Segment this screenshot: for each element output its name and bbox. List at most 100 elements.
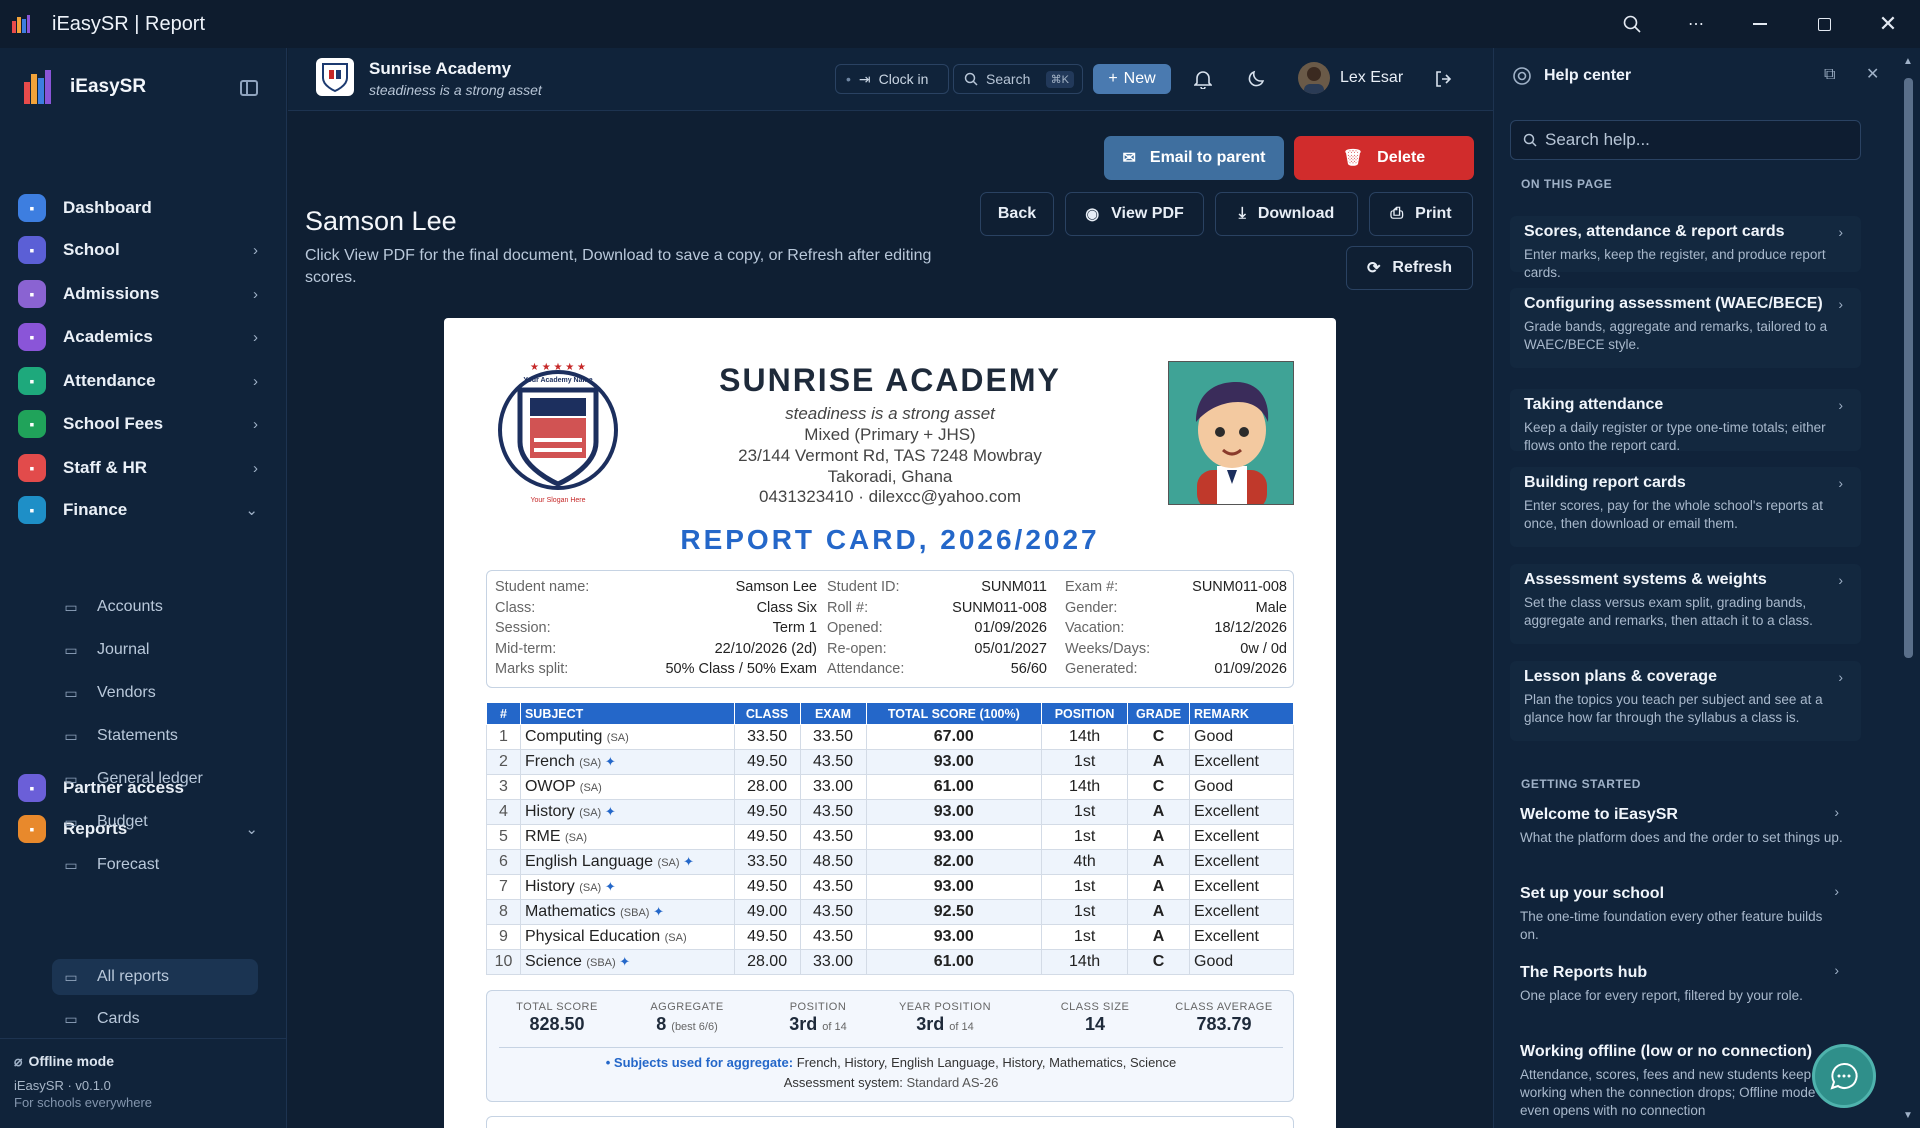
info-key: Gender: [1065, 599, 1118, 616]
help-item-desc: Enter scores, pay for the whole school's… [1524, 498, 1823, 531]
class-score: 28.00 [733, 949, 801, 975]
minimize-button[interactable] [1728, 0, 1792, 48]
scrollbar-thumb[interactable] [1904, 78, 1913, 658]
email-to-parent-button[interactable]: ✉ Email to parent [1104, 136, 1284, 180]
avatar[interactable] [1298, 62, 1330, 94]
subject-cell: History (SA) ✦ [519, 799, 735, 825]
exam-score: 43.50 [799, 799, 867, 825]
class-score: 49.50 [733, 824, 801, 850]
delete-label: Delete [1377, 149, 1426, 166]
help-page-item[interactable]: Configuring assessment (WAEC/BECE) Grade … [1510, 288, 1861, 368]
sidebar: iEasySR ⌀ Offline mode iEasySR · v0.1.0 F… [0, 48, 287, 1128]
help-page-item[interactable]: Building report cards Enter scores, pay f… [1510, 467, 1861, 547]
chevron-right-icon: › [1834, 962, 1839, 978]
exam-score: 43.50 [799, 924, 867, 950]
refresh-icon: ⟳ [1367, 260, 1381, 277]
sidebar-sub-vendors[interactable]: ▭ Vendors [62, 675, 257, 711]
help-search-input[interactable]: Search help... [1510, 120, 1861, 160]
sidebar-sub-budget[interactable]: ▭ Budget [62, 804, 257, 840]
sidebar-item-finance[interactable]: ▪ Finance ⌄ [18, 490, 258, 530]
position: 14th [1041, 949, 1129, 975]
trash-icon: 🗑 [1342, 150, 1364, 167]
print-button[interactable]: ⎙ Print [1369, 192, 1473, 236]
logout-icon[interactable] [1428, 64, 1458, 94]
class-size-label: CLASS SIZE [1060, 1001, 1130, 1013]
sidebar-sub-forecast[interactable]: ▭ Forecast [62, 847, 257, 883]
user-name[interactable]: Lex Esar [1340, 69, 1403, 87]
refresh-button[interactable]: ⟳ Refresh [1346, 246, 1473, 290]
subject-name: Mathematics [524, 903, 616, 920]
brand[interactable]: iEasySR [22, 68, 146, 106]
sidebar-item-dashboard[interactable]: ▪ Dashboard [18, 188, 258, 228]
download-button[interactable]: ⤓ Download [1215, 192, 1358, 236]
help-item-desc: Attendance, scores, fees and new student… [1520, 1067, 1816, 1118]
offline-mode-toggle[interactable]: ⌀ Offline mode [14, 1053, 273, 1070]
subject-type: (SA) [579, 757, 602, 769]
student-info-field: Roll #: SUNM011-008 [827, 600, 1047, 616]
chevron-right-icon: › [1838, 572, 1843, 588]
sidebar-sub-journal[interactable]: ▭ Journal [62, 632, 257, 668]
help-page-item[interactable]: Lesson plans & coverage Plan the topics y… [1510, 661, 1861, 741]
help-page-item[interactable]: Assessment systems & weights Set the clas… [1510, 564, 1861, 644]
student-info-field: Attendance: 56/60 [827, 661, 1047, 677]
sidebar-item-admissions[interactable]: ▪ Admissions › [18, 274, 258, 314]
chevron-right-icon: › [1834, 883, 1839, 899]
bell-icon[interactable] [1188, 64, 1218, 94]
help-page-item[interactable]: Scores, attendance & report cards Enter m… [1510, 216, 1861, 280]
more-icon[interactable]: ⋯ [1664, 0, 1728, 48]
subject-type: (SA) [664, 932, 687, 944]
info-value: 01/09/2026 [1214, 661, 1287, 677]
chat-support-button[interactable] [1812, 1044, 1876, 1108]
page-title: Samson Lee [305, 206, 457, 236]
close-help-icon[interactable]: ✕ [1866, 64, 1879, 84]
help-item-title: Assessment systems & weights [1524, 571, 1767, 588]
zoom-icon[interactable] [1600, 0, 1664, 48]
info-value: Class Six [756, 599, 817, 616]
column-header: EXAM [799, 702, 867, 725]
chevron-right-icon: › [1838, 475, 1843, 491]
sidebar-sub-label: All reports [97, 968, 170, 985]
sidebar-sub-general-ledger[interactable]: ▭ General ledger [62, 761, 257, 797]
external-link-icon[interactable]: ⧉ [1824, 66, 1835, 84]
help-scrollbar[interactable]: ▲ ▼ [1897, 48, 1920, 1128]
sidebar-sub-accounts[interactable]: ▭ Accounts [62, 589, 257, 625]
info-key: Opened: [827, 620, 883, 636]
info-value: 22/10/2026 (2d) [714, 640, 817, 657]
help-start-item[interactable]: Welcome to iEasySR What the platform does… [1506, 804, 1857, 847]
class-size-value: 14 [1084, 1014, 1106, 1034]
exam-score: 33.00 [799, 949, 867, 975]
sidebar-sub-statements[interactable]: ▭ Statements [62, 718, 257, 754]
help-start-item[interactable]: Set up your school The one-time foundatio… [1506, 883, 1857, 944]
help-start-item[interactable]: Working offline (low or no connection) At… [1506, 1041, 1857, 1120]
exam-score: 43.50 [799, 874, 867, 900]
search-button[interactable]: Search ⌘K [953, 64, 1083, 94]
view-pdf-button[interactable]: ◉ View PDF [1065, 192, 1204, 236]
chevron-right-icon: › [253, 459, 258, 477]
back-button[interactable]: Back [980, 192, 1054, 236]
sidebar-item-attendance[interactable]: ▪ Attendance › [18, 361, 258, 401]
sidebar-item-label: Staff & HR [63, 458, 148, 477]
subject-type: (SBA) [586, 957, 616, 969]
new-button[interactable]: + New [1093, 64, 1171, 94]
sidebar-collapse-icon[interactable] [240, 80, 258, 96]
position: 1st [1041, 924, 1129, 950]
sidebar-item-academics[interactable]: ▪ Academics › [18, 317, 258, 357]
sidebar-sub-all-reports[interactable]: ▭ All reports [52, 959, 258, 995]
remark: Excellent [1189, 899, 1294, 925]
help-start-item[interactable]: The Reports hub One place for every repor… [1506, 962, 1857, 1005]
grade: C [1127, 949, 1191, 975]
chat-icon [1830, 1062, 1858, 1090]
help-item-title: Scores, attendance & report cards [1524, 223, 1785, 240]
sidebar-item-school[interactable]: ▪ School › [18, 230, 258, 270]
delete-button[interactable]: 🗑 Delete [1294, 136, 1474, 180]
clock-in-button[interactable]: • ⇥ Clock in [835, 64, 949, 94]
sidebar-sub-cards[interactable]: ▭ Cards [62, 1001, 257, 1037]
help-page-item[interactable]: Taking attendance Keep a daily register o… [1510, 389, 1861, 453]
subject-type: (SA) [579, 807, 602, 819]
aggregate-star-icon: ✦ [615, 954, 631, 969]
sidebar-item-staff-hr[interactable]: ▪ Staff & HR › [18, 448, 258, 488]
close-window-button[interactable]: ✕ [1856, 0, 1920, 48]
sidebar-item-school-fees[interactable]: ▪ School Fees › [18, 404, 258, 444]
moon-icon[interactable] [1241, 64, 1271, 94]
restore-button[interactable] [1792, 0, 1856, 48]
